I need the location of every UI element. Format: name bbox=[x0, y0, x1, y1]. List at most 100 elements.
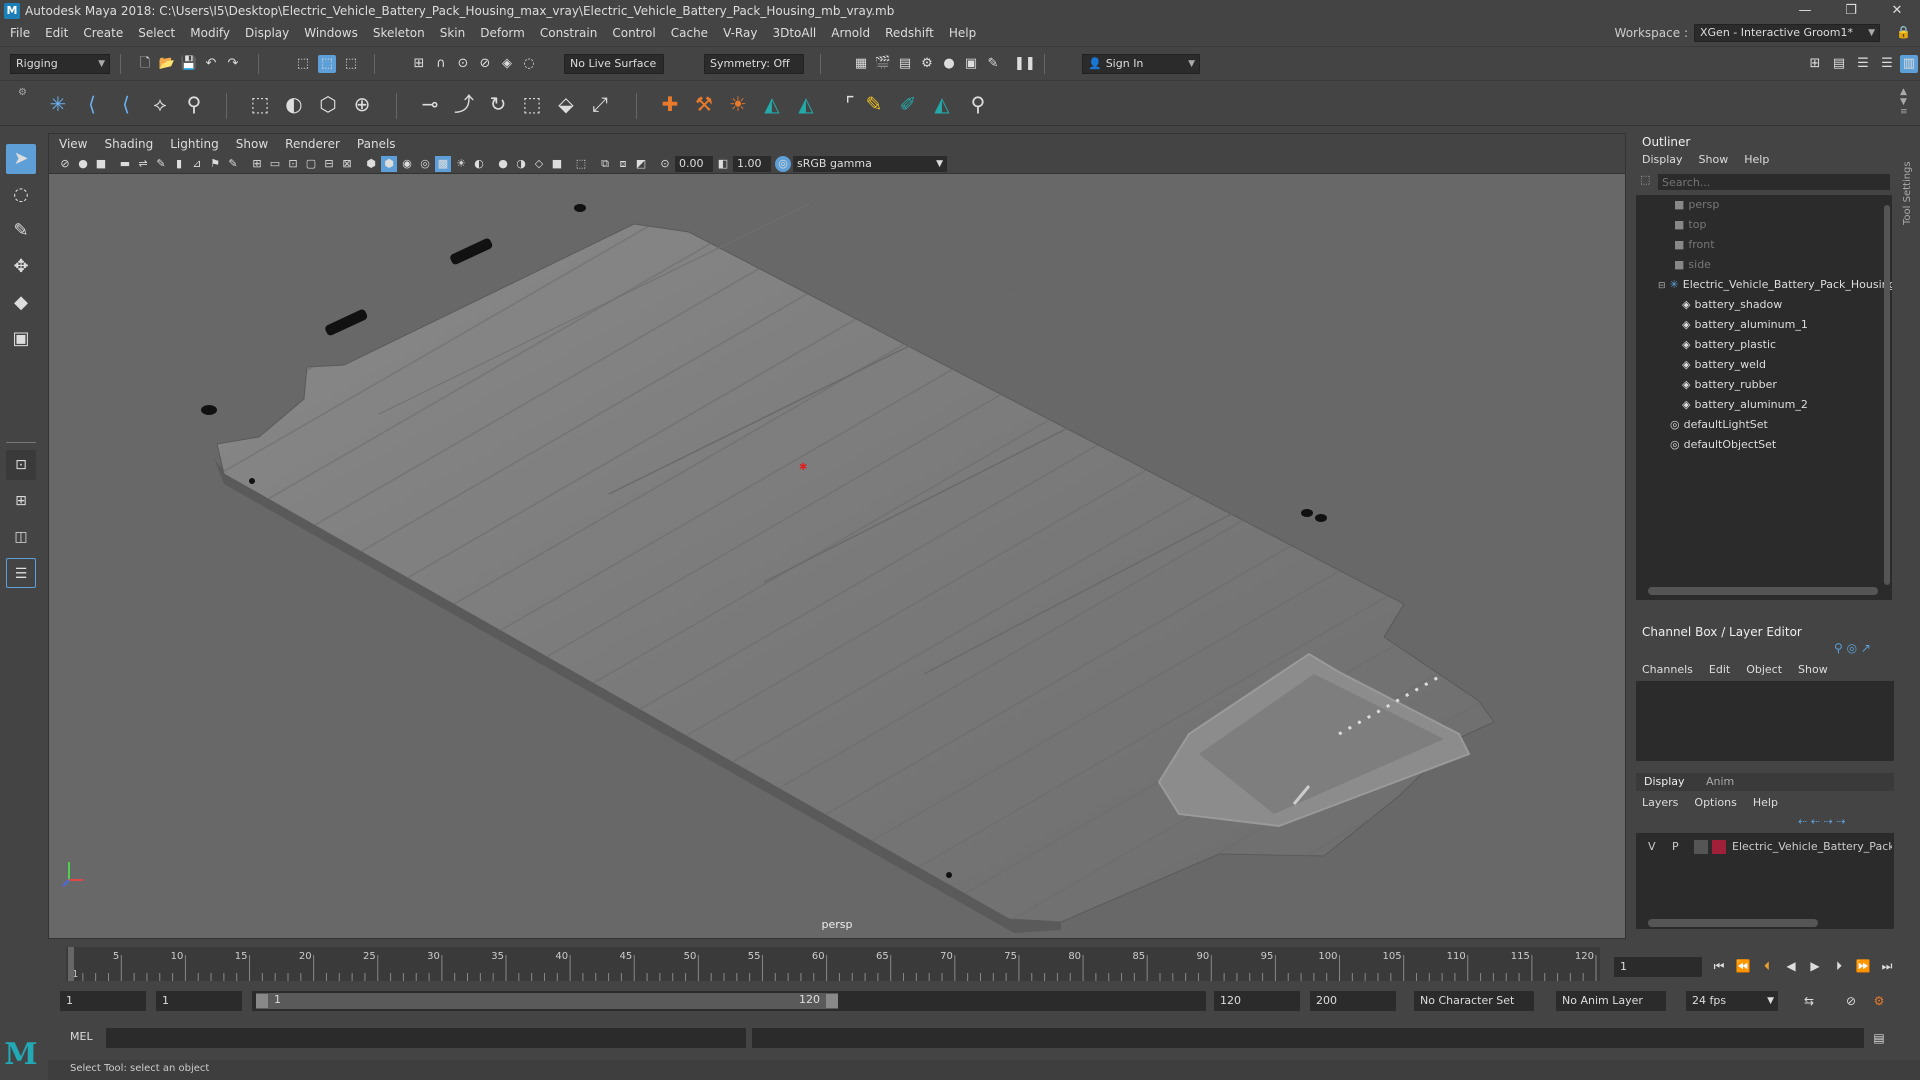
render-view-icon[interactable]: ▣ bbox=[962, 55, 980, 73]
outliner-item-top[interactable]: ■ top bbox=[1636, 215, 1892, 235]
go-to-end-icon[interactable]: ⏭ bbox=[1878, 957, 1896, 975]
tab-display[interactable]: Display bbox=[1644, 775, 1685, 788]
point-constraint-icon[interactable]: ⊸ bbox=[416, 90, 444, 118]
outliner-item-default-light-set[interactable]: ◎ defaultLightSet bbox=[1636, 415, 1892, 435]
gate-mask-icon[interactable]: ▭ bbox=[267, 156, 283, 172]
snap-surface-icon[interactable]: ◈ bbox=[498, 55, 516, 73]
layer-editor-toggle-icon[interactable]: ▥ bbox=[1900, 55, 1918, 73]
outliner-item-battery-group[interactable]: ⊟ ✳ Electric_Vehicle_Battery_Pack_Housing bbox=[1636, 275, 1892, 295]
bookmark-icon[interactable]: ■ bbox=[93, 156, 109, 172]
outliner-item-side[interactable]: ■ side bbox=[1636, 255, 1892, 275]
grid-icon[interactable]: ⊞ bbox=[249, 156, 265, 172]
outliner-item-persp[interactable]: ■ persp bbox=[1636, 195, 1892, 215]
battery-pack-model[interactable]: ✱ bbox=[201, 203, 1495, 933]
outliner-item-battery-weld[interactable]: ◈ battery_weld bbox=[1636, 355, 1892, 375]
create-joint-icon[interactable]: ⟨ bbox=[78, 90, 106, 118]
menu-control[interactable]: Control bbox=[612, 26, 655, 40]
menu-deform[interactable]: Deform bbox=[480, 26, 525, 40]
render-frame-icon[interactable]: 🎬 bbox=[874, 55, 892, 73]
channelbox-toggle-icons[interactable]: ⚲ ◎ ↗ bbox=[1834, 641, 1890, 657]
color-management-icon[interactable]: ◎ bbox=[775, 156, 791, 172]
gamma-field[interactable]: 1.00 bbox=[733, 156, 771, 172]
snap-grid-icon[interactable]: ⊞ bbox=[410, 55, 428, 73]
command-input[interactable] bbox=[106, 1028, 746, 1048]
save-scene-icon[interactable]: 💾 bbox=[180, 55, 198, 73]
outliner-filter-icon[interactable]: ⬚ bbox=[1640, 173, 1656, 189]
menu-display[interactable]: Display bbox=[245, 26, 289, 40]
pause-icon[interactable]: ❚❚ bbox=[1014, 55, 1036, 73]
channel-box-toggle-icon[interactable]: ☰ bbox=[1878, 55, 1896, 73]
mel-label[interactable]: MEL bbox=[70, 1030, 93, 1043]
vp-menu-lighting[interactable]: Lighting bbox=[170, 137, 219, 151]
xray-joints-icon[interactable]: ⧉ bbox=[597, 156, 613, 172]
play-forwards-icon[interactable]: ▶ bbox=[1806, 957, 1824, 975]
step-forward-key-icon[interactable]: ⏩ bbox=[1854, 957, 1872, 975]
time-slider[interactable]: 1 5 10 15 20 25 30 35 40 45 50 55 60 65 70 75 80 85 90 95 10… bbox=[48, 947, 1606, 981]
outliner-search-input[interactable] bbox=[1658, 174, 1890, 190]
current-frame-field[interactable]: 1 bbox=[1614, 957, 1702, 977]
persp-outliner-layout-icon[interactable]: ◫ bbox=[6, 522, 36, 552]
bookmark-2-icon[interactable]: ▮ bbox=[171, 156, 187, 172]
safe-action-icon[interactable]: ▢ bbox=[303, 156, 319, 172]
menu-file[interactable]: File bbox=[10, 26, 30, 40]
ipr-render-icon[interactable]: ▤ bbox=[896, 55, 914, 73]
textured-icon[interactable]: ◉ bbox=[399, 156, 415, 172]
script-editor-icon[interactable]: ▤ bbox=[1870, 1029, 1888, 1047]
character-set-dropdown[interactable]: No Character Set bbox=[1414, 991, 1534, 1011]
safe-title-icon[interactable]: ⊟ bbox=[321, 156, 337, 172]
tool-settings-icon[interactable]: ☰ bbox=[1854, 55, 1872, 73]
shelf-settings-icon[interactable]: ⚙ bbox=[18, 87, 28, 121]
redo-icon[interactable]: ↷ bbox=[224, 55, 242, 73]
vp-menu-panels[interactable]: Panels bbox=[357, 137, 396, 151]
anti-alias-icon[interactable]: ◇ bbox=[531, 156, 547, 172]
scale-tool-icon[interactable]: ▣ bbox=[6, 324, 36, 354]
menu-create[interactable]: Create bbox=[83, 26, 123, 40]
workspace-dropdown[interactable]: XGen - Interactive Groom1* bbox=[1694, 24, 1880, 42]
paint-select-tool-icon[interactable]: ✎ bbox=[6, 216, 36, 246]
ik-spline-icon[interactable]: ⟡ bbox=[146, 90, 174, 118]
menu-constrain[interactable]: Constrain bbox=[540, 26, 598, 40]
outliner-menu-display[interactable]: Display bbox=[1642, 153, 1683, 166]
lattice-icon[interactable]: ⊕ bbox=[348, 90, 376, 118]
fps-dropdown[interactable]: 24 fps ▼ bbox=[1686, 991, 1778, 1011]
snap-point-icon[interactable]: ⊙ bbox=[454, 55, 472, 73]
animation-end-field[interactable]: 200 bbox=[1310, 991, 1396, 1011]
paint-weights-icon[interactable]: ◐ bbox=[280, 90, 308, 118]
step-back-frame-icon[interactable]: ⏴ bbox=[1758, 957, 1776, 975]
layer-visibility-toggle[interactable]: V bbox=[1648, 837, 1656, 857]
image-plane-icon[interactable]: ▬ bbox=[117, 156, 133, 172]
hik-pin-icon[interactable]: ⚲ bbox=[964, 90, 992, 118]
vp-menu-shading[interactable]: Shading bbox=[104, 137, 153, 151]
outliner-menu-show[interactable]: Show bbox=[1699, 153, 1729, 166]
parent-constraint-icon[interactable]: ⬙ bbox=[552, 90, 580, 118]
single-perspective-layout-icon[interactable]: ⊡ bbox=[6, 450, 36, 480]
gamma-icon[interactable]: ◧ bbox=[715, 156, 731, 172]
outliner-item-battery-rubber[interactable]: ◈ battery_rubber bbox=[1636, 375, 1892, 395]
layer-action-icons[interactable]: ⇠ ⇠ ⇢ ⇢ bbox=[1798, 815, 1892, 829]
menu-windows[interactable]: Windows bbox=[304, 26, 358, 40]
modeling-toolkit-icon[interactable]: ⊞ bbox=[1806, 55, 1824, 73]
tool-settings-side-tab[interactable]: Tool Settings bbox=[1902, 133, 1920, 253]
motion-blur-icon[interactable]: ◑ bbox=[513, 156, 529, 172]
exposure-icon[interactable]: ⊙ bbox=[657, 156, 673, 172]
shelf-scroll-icon[interactable]: ▲ ▼ ≡ bbox=[1900, 87, 1912, 121]
cluster-icon[interactable]: ⬡ bbox=[314, 90, 342, 118]
minimize-icon[interactable]: — bbox=[1782, 0, 1828, 22]
viewport-panel[interactable]: View Shading Lighting Show Renderer Pane… bbox=[48, 133, 1626, 939]
orient-constraint-icon[interactable]: ↻ bbox=[484, 90, 512, 118]
menu-skin[interactable]: Skin bbox=[440, 26, 466, 40]
ik-joint-icon[interactable]: ✳ bbox=[44, 90, 72, 118]
undo-icon[interactable]: ↶ bbox=[202, 55, 220, 73]
menu-edit[interactable]: Edit bbox=[45, 26, 68, 40]
lock-icon[interactable]: 🔒 bbox=[1896, 25, 1911, 41]
select-component-icon[interactable]: ⬚ bbox=[342, 55, 360, 73]
vp-menu-view[interactable]: View bbox=[59, 137, 87, 151]
menu-vray[interactable]: V-Ray bbox=[723, 26, 757, 40]
uv-editor-icon[interactable]: ⊿ bbox=[189, 156, 205, 172]
layer-menu-help[interactable]: Help bbox=[1753, 796, 1778, 809]
vp-menu-renderer[interactable]: Renderer bbox=[285, 137, 340, 151]
outliner-item-default-object-set[interactable]: ◎ defaultObjectSet bbox=[1636, 435, 1892, 455]
outliner-item-front[interactable]: ■ front bbox=[1636, 235, 1892, 255]
range-slider-track[interactable]: 1 120 bbox=[252, 991, 1206, 1011]
shaded-icon[interactable]: ⬢ bbox=[363, 156, 379, 172]
